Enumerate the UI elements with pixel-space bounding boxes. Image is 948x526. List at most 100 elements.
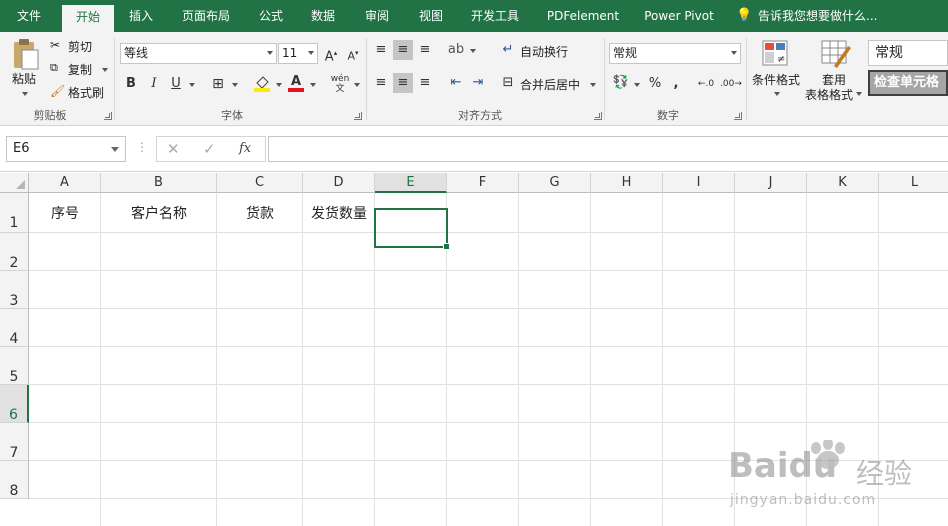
accounting-dropdown-icon[interactable] [634,83,640,87]
style-check-cell[interactable]: 检查单元格 [868,70,948,96]
merge-dropdown-icon[interactable] [590,83,596,87]
cell-a1[interactable]: 序号 [29,203,101,223]
style-normal-cell[interactable]: 常规 [868,40,948,66]
number-launcher-icon[interactable] [734,112,742,120]
more-options-icon[interactable]: ⋮ [136,140,148,154]
bold-button[interactable]: B [121,74,141,94]
tab-pdfelement[interactable]: PDFelement [540,0,626,32]
cell-b1[interactable]: 客户名称 [101,203,217,223]
number-format-select[interactable]: 常规 [609,43,741,64]
tab-insert[interactable]: 插入 [120,0,162,32]
enter-icon[interactable]: ✓ [203,140,216,158]
paste-dropdown-icon[interactable] [22,92,28,96]
insert-function-icon[interactable]: fx [239,141,251,156]
percent-button[interactable]: % [645,74,665,94]
phonetic-dropdown-icon[interactable] [354,83,360,87]
column-header-g[interactable]: G [519,173,591,193]
font-name-select[interactable]: 等线 [120,43,277,64]
column-header-l[interactable]: L [879,173,948,193]
fill-color-dropdown-icon[interactable] [276,83,282,87]
formula-input[interactable] [268,136,948,162]
phonetic-guide-icon[interactable]: wén 文 [328,74,352,94]
tab-developer[interactable]: 开发工具 [462,0,528,32]
wrap-text-button[interactable]: 自动换行 [520,43,568,60]
column-header-h[interactable]: H [591,173,663,193]
copy-button[interactable]: 复制 [68,61,92,78]
row-header-2[interactable]: 2 [0,233,29,271]
font-color-icon[interactable]: A [286,72,306,92]
borders-icon[interactable]: ⊞ [208,74,228,94]
row-header-8[interactable]: 8 [0,461,29,499]
wrap-text-icon[interactable]: ↵ [498,40,518,60]
align-middle-icon[interactable]: ≡ [393,40,413,60]
format-as-table-dropdown-icon[interactable] [856,92,862,96]
font-size-select[interactable]: 11 [278,43,318,64]
cancel-icon[interactable]: ✕ [167,140,180,158]
orientation-dropdown-icon[interactable] [470,49,476,53]
tab-file[interactable]: 文件 [6,0,52,32]
column-header-c[interactable]: C [217,173,303,193]
tab-review[interactable]: 审阅 [356,0,398,32]
format-painter-icon[interactable]: 🖌 [50,84,65,98]
column-header-j[interactable]: J [735,173,807,193]
merge-center-button[interactable]: 合并后居中 [520,76,580,93]
column-header-a[interactable]: A [29,173,101,193]
tab-page-layout[interactable]: 页面布局 [174,0,238,32]
column-header-e[interactable]: E [375,173,447,193]
align-center-icon[interactable]: ≡ [393,73,413,93]
cut-button[interactable]: 剪切 [68,38,92,55]
align-top-icon[interactable]: ≡ [371,40,391,60]
tab-home[interactable]: 开始 [62,5,114,32]
row-header-1[interactable]: 1 [0,193,29,233]
merge-center-icon[interactable]: ⊟ [498,73,518,93]
row-header-3[interactable]: 3 [0,271,29,309]
copy-icon[interactable]: ⧉ [50,61,58,75]
conditional-dropdown-icon[interactable] [774,92,780,96]
name-box[interactable]: E6 [6,136,126,162]
decrease-indent-icon[interactable]: ⇤ [446,73,466,93]
conditional-format-icon[interactable]: ≠ [760,38,790,68]
tab-data[interactable]: 数据 [302,0,344,32]
column-header-k[interactable]: K [807,173,879,193]
format-as-table-line2[interactable]: 表格格式 [805,86,853,103]
format-as-table-icon[interactable] [820,38,852,68]
font-color-dropdown-icon[interactable] [310,83,316,87]
conditional-format-button[interactable]: 条件格式 [752,71,800,88]
row-header-5[interactable]: 5 [0,347,29,385]
cut-icon[interactable]: ✂ [50,38,60,52]
decrease-font-icon[interactable]: A▾ [343,43,363,63]
orientation-icon[interactable]: ab [446,40,466,60]
clipboard-launcher-icon[interactable] [104,112,112,120]
tab-formulas[interactable]: 公式 [250,0,292,32]
paste-icon[interactable] [10,38,40,70]
column-header-i[interactable]: I [663,173,735,193]
underline-dropdown-icon[interactable] [189,83,195,87]
accounting-format-icon[interactable]: 💱 [611,73,631,93]
format-painter-button[interactable]: 格式刷 [68,84,104,101]
increase-indent-icon[interactable]: ⇥ [468,73,488,93]
paste-button[interactable]: 粘贴 [12,70,36,87]
column-header-b[interactable]: B [101,173,217,193]
fill-color-icon[interactable] [252,72,272,92]
align-left-icon[interactable]: ≡ [371,73,391,93]
align-right-icon[interactable]: ≡ [415,73,435,93]
borders-dropdown-icon[interactable] [232,83,238,87]
row-header-6[interactable]: 6 [0,385,29,423]
tell-me-search[interactable]: 告诉我您想要做什么... [758,0,888,32]
font-launcher-icon[interactable] [354,112,362,120]
underline-button[interactable]: U [166,74,186,94]
column-header-f[interactable]: F [447,173,519,193]
cell-c1[interactable]: 货款 [217,203,303,223]
row-header-4[interactable]: 4 [0,309,29,347]
column-header-d[interactable]: D [303,173,375,193]
comma-style-button[interactable]: , [666,74,686,94]
increase-font-icon[interactable]: A▴ [321,43,341,64]
row-header-7[interactable]: 7 [0,423,29,461]
italic-button[interactable]: I [144,74,164,94]
align-bottom-icon[interactable]: ≡ [415,40,435,60]
alignment-launcher-icon[interactable] [594,112,602,120]
tab-power-pivot[interactable]: Power Pivot [638,0,720,32]
select-all-button[interactable] [0,173,29,193]
tab-view[interactable]: 视图 [410,0,452,32]
increase-decimal-icon[interactable]: ←.0 [696,74,716,94]
